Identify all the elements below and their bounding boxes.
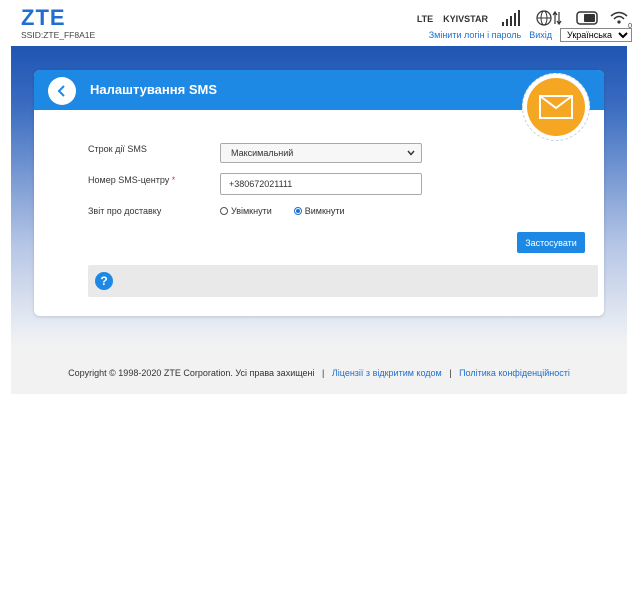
delivery-off-radio[interactable]: Вимкнути — [293, 206, 345, 216]
language-select[interactable]: Українська — [560, 28, 632, 42]
network-type-label: LTE — [416, 14, 434, 24]
footer: Copyright © 1998-2020 ZTE Corporation. У… — [11, 368, 627, 378]
help-panel: ? — [88, 265, 598, 297]
internet-globe-icon — [536, 10, 562, 28]
radio-unchecked-icon — [220, 207, 228, 215]
change-login-link[interactable]: Змінити логін і пароль — [429, 30, 522, 40]
signal-strength-icon — [502, 10, 520, 28]
help-icon[interactable]: ? — [95, 272, 113, 290]
delivery-on-label: Увімкнути — [231, 206, 272, 216]
delivery-report-radios: Увімкнути Вимкнути — [220, 206, 367, 216]
sms-center-input[interactable] — [220, 173, 422, 195]
status-bar: LTE KYIVSTAR 0 — [416, 10, 632, 30]
zte-logo: ZTE — [21, 5, 66, 30]
open-source-license-link[interactable]: Ліцензії з відкритим кодом — [332, 368, 442, 378]
footer-separator: | — [322, 368, 325, 378]
footer-separator: | — [449, 368, 452, 378]
page-title: Налаштування SMS — [90, 82, 217, 97]
mail-badge — [522, 73, 590, 141]
sms-center-label: Номер SMS-центру * — [88, 175, 175, 185]
apply-button[interactable]: Застосувати — [517, 232, 585, 253]
ssid-label: SSID:ZTE_FF8A1E — [21, 30, 96, 40]
sms-validity-value: Максимальний — [231, 148, 294, 158]
sms-validity-label: Строк дії SMS — [88, 144, 147, 154]
logout-link[interactable]: Вихід — [529, 30, 552, 40]
header-links: Змінити логін і пароль Вихід Українська — [429, 28, 632, 42]
sms-validity-select[interactable]: Максимальний — [220, 143, 422, 163]
delivery-on-radio[interactable]: Увімкнути — [220, 206, 272, 216]
privacy-policy-link[interactable]: Політика конфіденційності — [459, 368, 570, 378]
wifi-icon: 0 — [610, 10, 632, 30]
chevron-left-icon — [57, 85, 65, 97]
sim-card-icon — [576, 11, 598, 27]
required-mark: * — [171, 175, 176, 185]
header-bar: ZTE SSID:ZTE_FF8A1E LTE KYIVSTAR 0 Зміни… — [0, 0, 638, 46]
delivery-off-label: Вимкнути — [304, 206, 345, 216]
copyright-text: Copyright © 1998-2020 ZTE Corporation. У… — [68, 368, 315, 378]
card-header: Налаштування SMS — [34, 70, 604, 110]
back-button[interactable] — [48, 77, 76, 105]
chevron-down-icon — [407, 150, 415, 156]
envelope-icon — [539, 95, 573, 119]
sms-center-label-text: Номер SMS-центру — [88, 175, 170, 185]
operator-label: KYIVSTAR — [443, 14, 488, 24]
delivery-report-label: Звіт про доставку — [88, 206, 162, 216]
radio-checked-icon — [293, 207, 302, 215]
